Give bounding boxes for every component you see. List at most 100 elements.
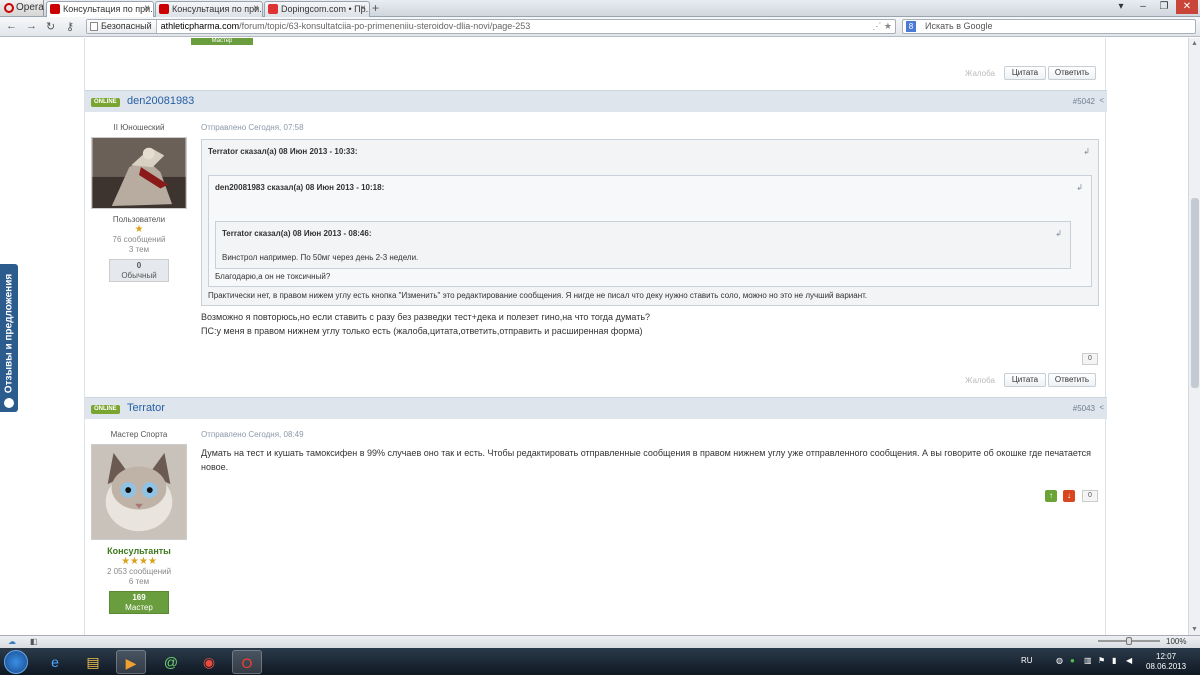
opera-logo-icon	[4, 3, 14, 13]
key-icon[interactable]: ⚷	[66, 20, 74, 33]
feedback-tab[interactable]: Отзывы и предложения	[0, 264, 18, 412]
post-text-line: новое.	[201, 462, 229, 472]
tab-title: Dopingcom.com • Пр...	[281, 4, 370, 14]
post-body: Возможно я повторюсь,но если ставить с р…	[201, 310, 650, 338]
new-tab-button[interactable]: +	[372, 1, 379, 15]
vertical-scrollbar[interactable]: ▲ ▼	[1188, 38, 1200, 635]
url-field[interactable]: Безопасный athleticpharma.com/forum/topic…	[86, 19, 896, 34]
tab-title: Консультация по при...	[63, 4, 154, 14]
tab-bar: Opera Консультация по при... × Консультац…	[0, 0, 1200, 17]
close-window-icon[interactable]: ✕	[1176, 0, 1198, 14]
language-indicator[interactable]: RU	[1021, 656, 1033, 665]
vote-count: 0	[1082, 490, 1098, 502]
quote-inner: Terrator сказал(а) 08 Июн 2013 - 08:46: …	[215, 221, 1071, 269]
topic-count: 6 тем	[128, 577, 150, 586]
post-body: Думать на тест и кушать тамоксифен в 99%…	[201, 446, 1101, 474]
user-group: Пользователи	[112, 215, 166, 224]
post-text-line: Думать на тест и кушать тамоксифен в 99%…	[201, 448, 1091, 458]
tab-1[interactable]: Консультация по при... ×	[46, 1, 154, 17]
media-player-icon[interactable]: ▶	[116, 650, 146, 674]
cloud-icon[interactable]: ☁	[8, 637, 16, 646]
vote-up-icon[interactable]: ↑	[1045, 490, 1057, 502]
clock[interactable]: 12:07 08.06.2013	[1146, 652, 1186, 672]
author-panel: II Юношеский Пользователи ★ 76 сообщений…	[91, 123, 187, 282]
quote-link-icon[interactable]: ↲	[1076, 183, 1083, 192]
opera-taskbar-icon[interactable]: O	[232, 650, 262, 674]
bulb-icon	[4, 398, 14, 408]
avatar[interactable]	[91, 137, 187, 209]
reputation-value: 0	[136, 261, 142, 270]
explorer-icon[interactable]: ▤	[78, 650, 108, 674]
post-date: Отправлено Сегодня, 08:49	[201, 430, 304, 439]
rss-star-icons[interactable]: ⋰ ★	[872, 20, 892, 33]
post-5042: ONLINE den20081983 #5042 < II Юношеский	[85, 90, 1107, 395]
forward-icon[interactable]: →	[26, 20, 37, 32]
reply-button[interactable]: Ответить	[1048, 66, 1096, 80]
reputation-box: 0 Обычный	[109, 259, 169, 282]
report-link[interactable]: Жалоба	[965, 69, 995, 78]
tab-2[interactable]: Консультация по при... ×	[155, 1, 263, 17]
security-badge[interactable]: Безопасный	[87, 20, 157, 33]
post-number[interactable]: #5043	[1073, 404, 1095, 413]
post-5043: ONLINE Terrator #5043 < Мастер Спорта Ко…	[85, 397, 1107, 635]
online-badge: ONLINE	[91, 405, 120, 414]
rank-stars: ★	[134, 224, 144, 235]
reload-icon[interactable]: ↻	[46, 20, 55, 33]
quote-link-icon[interactable]: ↲	[1055, 229, 1062, 238]
tab-3[interactable]: Dopingcom.com • Пр... ×	[264, 1, 370, 17]
quote-button[interactable]: Цитата	[1004, 66, 1046, 80]
web-page: Отзывы и предложения Мастер Жалоба Цитат…	[0, 38, 1200, 635]
ie-icon[interactable]: e	[40, 650, 70, 674]
user-rank: II Юношеский	[113, 123, 165, 132]
share-icon[interactable]: <	[1099, 96, 1104, 105]
quote-middle: den20081983 сказал(а) 08 Июн 2013 - 10:1…	[208, 175, 1092, 287]
page-icon	[90, 22, 98, 31]
favicon-icon	[159, 4, 169, 14]
search-input[interactable]: 8 Искать в Google	[902, 19, 1196, 34]
scroll-down-icon[interactable]: ▼	[1191, 626, 1198, 633]
close-tab-icon[interactable]: ×	[253, 2, 259, 16]
tray-agent-icon[interactable]: ●	[1070, 656, 1075, 665]
avatar[interactable]	[91, 444, 187, 540]
mail-agent-icon[interactable]: @	[156, 650, 186, 674]
vote-count: 0	[1082, 353, 1098, 365]
opera-menu-label: Opera	[16, 2, 44, 13]
username-link[interactable]: Terrator	[127, 402, 165, 414]
tray-wp-icon[interactable]: ◍	[1056, 656, 1063, 665]
author-panel: Мастер Спорта Консультанты ★★★★ 2 053 со…	[91, 430, 187, 614]
post-number[interactable]: #5042	[1073, 97, 1095, 106]
vote-down-icon[interactable]: ↓	[1063, 490, 1075, 502]
quote-header: Terrator сказал(а) 08 Июн 2013 - 10:33:	[208, 147, 358, 156]
user-group: Консультанты	[107, 546, 171, 556]
panel-icon[interactable]: ▾	[1110, 0, 1132, 14]
scroll-up-icon[interactable]: ▲	[1191, 40, 1198, 47]
quote-link-icon[interactable]: ↲	[1083, 147, 1090, 156]
opera-menu-button[interactable]: Opera	[0, 0, 44, 16]
minimize-icon[interactable]: –	[1132, 0, 1154, 14]
back-icon[interactable]: ←	[6, 20, 17, 32]
clock-date: 08.06.2013	[1146, 662, 1187, 671]
chrome-icon[interactable]: ◉	[194, 650, 224, 674]
tray-network-icon[interactable]: ▥	[1084, 656, 1092, 665]
close-tab-icon[interactable]: ×	[360, 2, 366, 16]
close-tab-icon[interactable]: ×	[144, 2, 150, 16]
security-label: Безопасный	[101, 21, 152, 31]
reply-button[interactable]: Ответить	[1048, 373, 1096, 387]
start-button[interactable]	[4, 650, 28, 674]
report-link[interactable]: Жалоба	[965, 376, 995, 385]
restore-icon[interactable]: ❐	[1153, 0, 1175, 14]
quote-outer: Terrator сказал(а) 08 Июн 2013 - 10:33: …	[201, 139, 1099, 306]
rep-badge-fragment: Мастер	[191, 38, 253, 45]
url-host: athleticpharma.com	[160, 21, 240, 31]
panel-toggle-icon[interactable]: ◧	[30, 637, 38, 646]
share-icon[interactable]: <	[1099, 403, 1104, 412]
zoom-knob[interactable]	[1126, 637, 1132, 645]
tray-flag-icon[interactable]: ⚑	[1098, 656, 1105, 665]
tray-signal-icon[interactable]: ▮	[1112, 656, 1116, 665]
tray-volume-icon[interactable]: ◀	[1126, 656, 1132, 665]
quote-button[interactable]: Цитата	[1004, 373, 1046, 387]
scroll-thumb[interactable]	[1191, 198, 1199, 388]
username-link[interactable]: den20081983	[127, 95, 194, 107]
url-text: athleticpharma.com/forum/topic/63-konsul…	[157, 20, 531, 33]
rank-stars: ★★★★	[121, 556, 157, 567]
